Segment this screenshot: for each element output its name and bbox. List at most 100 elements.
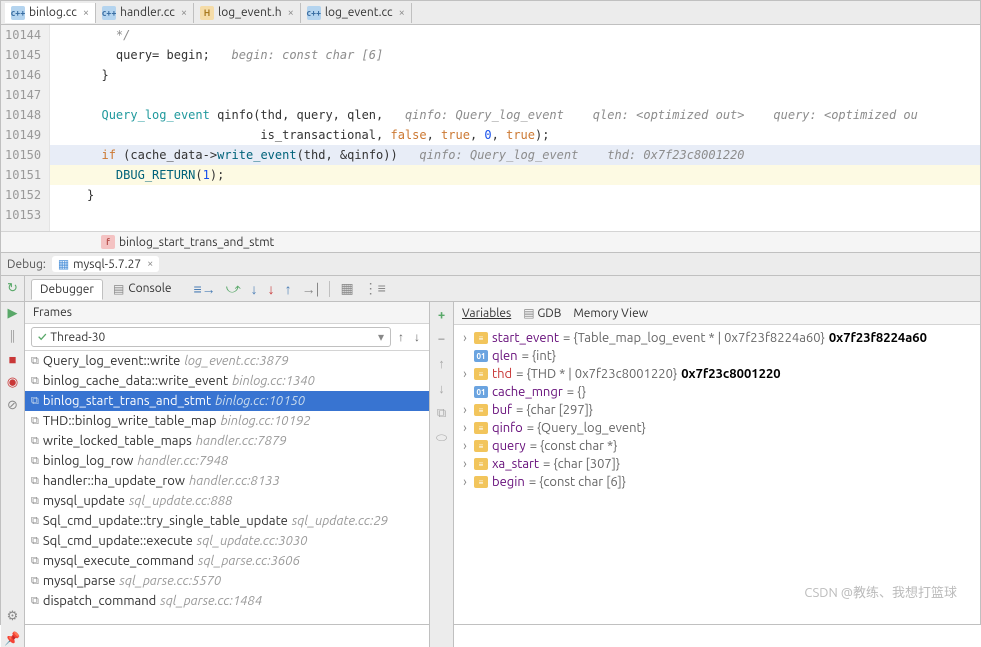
stack-icon: ⧉ — [31, 475, 39, 488]
evaluate-icon[interactable]: ▦ — [340, 280, 353, 297]
rerun-icon[interactable]: ↻ — [7, 281, 18, 296]
settings-icon[interactable]: ⚙ — [7, 609, 19, 624]
tab-memory-view[interactable]: Memory View — [573, 307, 648, 320]
stop-icon[interactable]: ■ — [9, 352, 17, 367]
stack-frame[interactable]: ⧉Sql_cmd_update::execute sql_update.cc:3… — [25, 531, 429, 551]
resume-icon[interactable]: ▶ — [8, 306, 18, 321]
link-icon[interactable]: ⬭ — [436, 431, 447, 446]
var-type-icon: ≡ — [474, 440, 488, 452]
variable-row[interactable]: ›≡xa_start = {char [307]} — [454, 455, 980, 473]
run-config-tab[interactable]: ▦ mysql-5.7.27 × — [52, 256, 160, 272]
line-number[interactable]: 10151 — [5, 165, 41, 185]
close-icon[interactable]: × — [147, 258, 153, 270]
editor-tab[interactable]: c++binlog.cc× — [5, 3, 96, 23]
stack-icon: ⧉ — [31, 555, 39, 568]
add-watch-icon[interactable]: + — [438, 308, 445, 322]
remove-watch-icon[interactable]: − — [438, 332, 445, 346]
stack-frame[interactable]: ⧉dispatch_command sql_parse.cc:1484 — [25, 591, 429, 611]
stack-frame[interactable]: ⧉mysql_parse sql_parse.cc:5570 — [25, 571, 429, 591]
variable-row[interactable]: 01qlen = {int} — [454, 347, 980, 365]
line-number[interactable]: 10146 — [5, 65, 41, 85]
console-icon: ▤ — [113, 282, 124, 296]
close-icon[interactable]: × — [399, 7, 405, 19]
line-number[interactable]: 10150 — [5, 145, 41, 165]
tab-gdb[interactable]: ▤ GDB — [523, 306, 561, 320]
debug-side-controls: ▶ ∥ ■ ◉ ⊘ ⚙ 📌 — [1, 302, 25, 647]
close-icon[interactable]: × — [83, 7, 89, 19]
stack-icon: ⧉ — [31, 435, 39, 448]
stack-frame[interactable]: ⧉mysql_update sql_update.cc:888 — [25, 491, 429, 511]
more-icon[interactable]: ⋮≡ — [364, 280, 386, 297]
force-step-into-icon[interactable]: ↓ — [268, 281, 275, 297]
editor-tab[interactable]: Hlog_event.h× — [194, 3, 301, 23]
step-into-icon[interactable]: ↓ — [251, 281, 258, 297]
expand-icon[interactable]: › — [460, 457, 470, 471]
mute-breakpoints-icon[interactable]: ⊘ — [7, 398, 18, 413]
variable-row[interactable]: ›≡begin = {const char [6]} — [454, 473, 980, 491]
var-type-icon: ≡ — [474, 368, 488, 380]
show-exec-point-icon[interactable]: ≡→ — [194, 281, 216, 297]
run-to-cursor-icon[interactable]: →| — [302, 281, 320, 297]
view-breakpoints-icon[interactable]: ◉ — [7, 375, 18, 390]
line-number[interactable]: 10148 — [5, 105, 41, 125]
line-number[interactable]: 10145 — [5, 45, 41, 65]
editor-tabs: c++binlog.cc×c++handler.cc×Hlog_event.h×… — [1, 1, 980, 25]
variable-row[interactable]: ›≡thd = {THD * | 0x7f23c8001220} 0x7f23c… — [454, 365, 980, 383]
stack-icon: ⧉ — [31, 575, 39, 588]
editor-tab[interactable]: c++handler.cc× — [96, 3, 194, 23]
up-icon[interactable]: ↑ — [438, 356, 445, 371]
breadcrumb[interactable]: f binlog_start_trans_and_stmt — [1, 231, 980, 252]
editor-tab[interactable]: c++log_event.cc× — [301, 3, 412, 23]
line-number[interactable]: 10144 — [5, 25, 41, 45]
stack-frame[interactable]: ⧉binlog_start_trans_and_stmt binlog.cc:1… — [25, 391, 429, 411]
step-over-icon[interactable]: ⤻ — [226, 280, 241, 297]
stack-icon: ⧉ — [31, 415, 39, 428]
stack-icon: ⧉ — [31, 595, 39, 608]
down-icon[interactable]: ↓ — [438, 381, 445, 396]
pause-icon[interactable]: ∥ — [9, 329, 16, 344]
expand-icon[interactable]: › — [460, 475, 470, 489]
close-icon[interactable]: × — [181, 7, 187, 19]
stack-frame[interactable]: ⧉Query_log_event::write log_event.cc:387… — [25, 351, 429, 371]
cpp-file-icon: c++ — [102, 6, 116, 20]
thread-selector[interactable]: ✓ Thread-30 ▾ — [31, 327, 391, 347]
copy-icon[interactable]: ⧉ — [437, 406, 446, 421]
var-type-icon: ≡ — [474, 476, 488, 488]
stack-frame[interactable]: ⧉handler::ha_update_row handler.cc:8133 — [25, 471, 429, 491]
line-number[interactable]: 10147 — [5, 85, 41, 105]
variable-row[interactable]: ›≡query = {const char *} — [454, 437, 980, 455]
variable-row[interactable]: ›≡start_event = {Table_map_log_event * |… — [454, 329, 980, 347]
line-number[interactable]: 10153 — [5, 205, 41, 225]
variable-row[interactable]: ›≡qinfo = {Query_log_event} — [454, 419, 980, 437]
close-icon[interactable]: × — [288, 7, 294, 19]
line-number[interactable]: 10149 — [5, 125, 41, 145]
current-exec-line: if (cache_data->write_event(thd, &qinfo)… — [50, 145, 980, 165]
stack-frame[interactable]: ⧉binlog_cache_data::write_event binlog.c… — [25, 371, 429, 391]
stack-frame[interactable]: ⧉binlog_log_row handler.cc:7948 — [25, 451, 429, 471]
expand-icon[interactable]: › — [460, 421, 470, 435]
line-number[interactable]: 10152 — [5, 185, 41, 205]
variable-row[interactable]: ›≡buf = {char [297]} — [454, 401, 980, 419]
tab-debugger[interactable]: Debugger — [31, 279, 103, 300]
frame-list[interactable]: ⧉Query_log_event::write log_event.cc:387… — [25, 351, 429, 647]
expand-icon[interactable]: › — [460, 367, 470, 381]
expand-icon[interactable]: › — [460, 331, 470, 345]
tab-console[interactable]: ▤Console — [105, 279, 180, 299]
breadcrumb-label: binlog_start_trans_and_stmt — [119, 236, 274, 249]
pin-icon[interactable]: 📌 — [4, 632, 20, 647]
variable-list[interactable]: ›≡start_event = {Table_map_log_event * |… — [454, 325, 980, 495]
expand-icon[interactable]: › — [460, 403, 470, 417]
expand-icon[interactable]: › — [460, 439, 470, 453]
tab-variables[interactable]: Variables — [462, 307, 511, 320]
variable-row[interactable]: 01cache_mngr = {} — [454, 383, 980, 401]
frame-down-icon[interactable]: ↓ — [411, 330, 423, 344]
step-out-icon[interactable]: ↑ — [285, 281, 292, 297]
stack-frame[interactable]: ⧉Sql_cmd_update::try_single_table_update… — [25, 511, 429, 531]
var-type-icon: ≡ — [474, 422, 488, 434]
stack-frame[interactable]: ⧉THD::binlog_write_table_map binlog.cc:1… — [25, 411, 429, 431]
frame-up-icon[interactable]: ↑ — [395, 330, 407, 344]
stack-frame[interactable]: ⧉mysql_execute_command sql_parse.cc:3606 — [25, 551, 429, 571]
code-area[interactable]: */ query= begin; begin: const char [6] }… — [50, 25, 980, 231]
stack-frame[interactable]: ⧉write_locked_table_maps handler.cc:7879 — [25, 431, 429, 451]
code-editor: 1014410145101461014710148101491015010151… — [1, 25, 980, 231]
